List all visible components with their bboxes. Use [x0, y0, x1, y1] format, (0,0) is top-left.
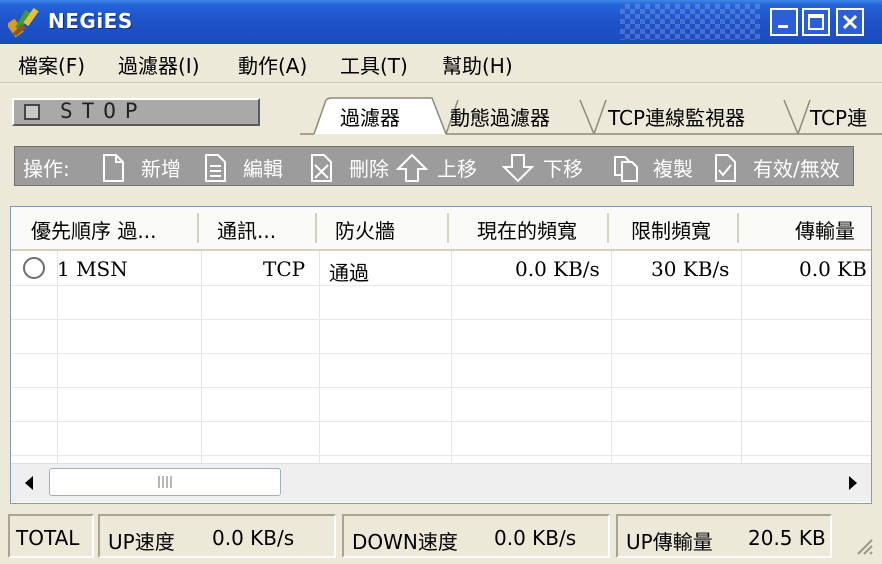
status-up-transfer-label: UP傳輸量 [626, 530, 713, 554]
table-header: 優先順序 過... 通訊... 防火牆 現在的頻寬 限制頻寬 傳輸量 [11, 207, 871, 251]
column-divider[interactable] [447, 213, 449, 243]
minimize-button[interactable] [770, 8, 798, 36]
menu-tools[interactable]: 工具(T) [340, 50, 408, 79]
cell-current-bw: 0.0 KB/s [515, 257, 600, 281]
cell-transfer: 0.0 KB [799, 257, 867, 281]
edit-label: 編輯 [243, 157, 283, 181]
menu-file[interactable]: 檔案(F) [18, 50, 85, 79]
horizontal-scrollbar[interactable] [11, 463, 871, 502]
minimize-icon [778, 25, 788, 28]
titlebar-decoration [620, 4, 760, 40]
tab-strip: 過濾器 動態過濾器 TCP連線監視器 TCP連 [300, 90, 882, 136]
status-up-speed-panel: UP速度 0.0 KB/s [98, 514, 336, 558]
close-button[interactable] [836, 8, 864, 36]
arrow-down-icon [501, 154, 535, 183]
window-title: NEGiES [48, 9, 133, 33]
tab-filter-label: 過濾器 [340, 106, 400, 130]
edit-document-icon [205, 154, 226, 182]
maximize-icon [808, 14, 824, 30]
column-divider[interactable] [737, 213, 739, 243]
move-down-label: 下移 [543, 157, 583, 181]
grid-line [11, 353, 871, 354]
grid-line [11, 319, 871, 320]
status-up-speed-label: UP速度 [108, 530, 175, 554]
delete-document-icon [311, 154, 332, 182]
grid-line [11, 455, 871, 456]
column-divider[interactable] [315, 213, 317, 243]
scrollbar-grip-icon [158, 476, 174, 488]
operations-label: 操作: [23, 157, 70, 181]
cell-limit-bw: 30 KB/s [651, 257, 730, 281]
grid-line [611, 251, 612, 463]
column-divider[interactable] [607, 213, 609, 243]
check-document-icon [715, 154, 736, 182]
add-label: 新增 [141, 157, 181, 181]
maximize-button[interactable] [802, 8, 830, 36]
new-document-icon [103, 154, 124, 182]
column-transfer[interactable]: 傳輸量 [795, 215, 855, 244]
menu-filter[interactable]: 過濾器(I) [118, 50, 200, 79]
tab-tcp-monitor-label: TCP連線監視器 [608, 106, 746, 130]
status-up-transfer-panel: UP傳輸量 20.5 KB [616, 514, 832, 558]
status-total-label: TOTAL [16, 526, 80, 550]
stop-button[interactable]: STOP [12, 98, 260, 126]
status-total-panel: TOTAL [8, 514, 94, 558]
scrollbar-thumb[interactable] [49, 468, 281, 496]
status-down-speed-value: 0.0 KB/s [494, 526, 577, 550]
grid-line [451, 251, 452, 463]
grid-line [319, 251, 320, 463]
menu-action[interactable]: 動作(A) [238, 50, 307, 79]
column-protocol[interactable]: 通訊... [217, 215, 276, 244]
grid-line [201, 251, 202, 463]
stop-label: STOP [60, 99, 147, 123]
app-window: NEGiES 檔案(F) 過濾器(I) 動作(A) 工具(T) 幫助(H) ST… [0, 0, 882, 564]
tab-dynamic-filter-label: 動態過濾器 [450, 106, 550, 130]
tab-tcp-extra-label: TCP連 [810, 106, 868, 130]
status-down-speed-label: DOWN速度 [352, 530, 458, 554]
brush-icon [8, 7, 39, 38]
arrow-up-icon [395, 153, 429, 182]
grid-line [11, 387, 871, 388]
menu-bar: 檔案(F) 過濾器(I) 動作(A) 工具(T) 幫助(H) [0, 44, 882, 83]
cell-firewall: 通過 [329, 261, 369, 285]
toggle-label: 有效/無效 [753, 157, 840, 181]
column-firewall[interactable]: 防火牆 [335, 215, 395, 244]
resize-grip-icon[interactable] [852, 534, 874, 556]
status-bar: TOTAL UP速度 0.0 KB/s DOWN速度 0.0 KB/s UP傳輸… [0, 510, 882, 564]
column-current-bw[interactable]: 現在的頻寬 [477, 215, 577, 244]
status-up-transfer-value: 20.5 KB [748, 526, 826, 550]
scroll-right-icon[interactable] [839, 472, 865, 494]
copy-icon [614, 156, 638, 182]
delete-label: 刪除 [349, 157, 389, 181]
stop-checkbox-icon [24, 104, 40, 120]
filter-table: 優先順序 過... 通訊... 防火牆 現在的頻寬 限制頻寬 傳輸量 1 MSN… [10, 206, 872, 504]
scroll-left-icon[interactable] [17, 472, 43, 494]
column-priority[interactable]: 優先順序 過... [31, 215, 156, 244]
grid-line [11, 421, 871, 422]
status-up-speed-value: 0.0 KB/s [212, 526, 295, 550]
close-icon [842, 14, 858, 30]
cell-protocol: TCP [263, 257, 306, 281]
move-up-label: 上移 [437, 157, 477, 181]
column-limit-bw[interactable]: 限制頻寬 [631, 215, 711, 244]
title-bar[interactable]: NEGiES [0, 0, 882, 44]
grid-line [741, 251, 742, 463]
menu-help[interactable]: 幫助(H) [442, 50, 513, 79]
operations-toolbar: 操作: 新增 編輯 刪除 上移 下移 複製 有效/無效 [14, 146, 854, 186]
cell-priority-name: 1 MSN [57, 257, 128, 281]
grid-line [57, 251, 58, 463]
copy-label: 複製 [653, 157, 693, 181]
grid-line [11, 285, 871, 286]
status-down-speed-panel: DOWN速度 0.0 KB/s [342, 514, 610, 558]
row-radio-icon[interactable] [23, 257, 45, 279]
column-divider[interactable] [197, 213, 199, 243]
